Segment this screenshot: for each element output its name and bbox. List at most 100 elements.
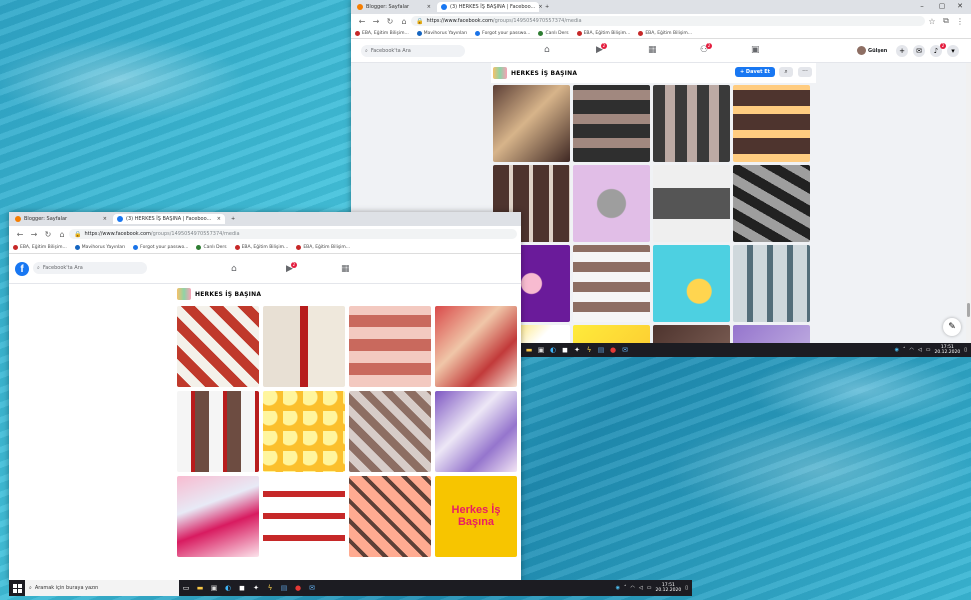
notification-center-icon[interactable]: ▯ <box>685 585 688 591</box>
marketplace-nav-icon[interactable]: ▦ <box>648 45 657 55</box>
back-arrow-icon[interactable]: ← <box>355 17 369 26</box>
wifi-icon[interactable]: ◠ <box>910 347 914 353</box>
group-title[interactable]: HERKES İŞ BAŞINA <box>195 291 261 298</box>
media-thumbnail[interactable] <box>263 476 345 557</box>
file-explorer-icon[interactable]: ▬ <box>523 343 535 357</box>
facebook-search-input[interactable]: ⌕ Facebook'ta Ara <box>361 45 465 57</box>
start-button[interactable] <box>9 580 25 596</box>
media-thumbnail[interactable] <box>653 165 730 242</box>
edge-icon[interactable]: ◐ <box>547 343 559 357</box>
media-thumbnail[interactable] <box>493 85 570 162</box>
close-icon[interactable]: × <box>427 4 431 10</box>
home-nav-icon[interactable]: ⌂ <box>544 45 550 55</box>
address-bar[interactable]: 🔒 https://www.facebook.com /groups/14950… <box>411 16 925 26</box>
invite-button[interactable]: + Davet Et <box>735 67 776 77</box>
media-thumbnail[interactable] <box>573 165 650 242</box>
app-icon[interactable]: ◼ <box>559 343 571 357</box>
tab-blogger[interactable]: Blogger: Sayfalar × <box>11 214 111 224</box>
forward-arrow-icon[interactable]: → <box>27 230 41 239</box>
bookmark-item[interactable]: Forgot your passwo... <box>475 30 530 36</box>
word-icon[interactable]: ▤ <box>595 343 607 357</box>
chevron-up-icon[interactable]: ˄ <box>903 347 906 353</box>
bookmark-item[interactable]: Canlı Ders <box>196 245 227 250</box>
maximize-button[interactable]: ▢ <box>933 0 951 12</box>
media-thumbnail[interactable] <box>263 391 345 472</box>
bookmark-item[interactable]: Canlı Ders <box>538 30 569 36</box>
battery-icon[interactable]: ▭ <box>647 585 652 591</box>
media-thumbnail[interactable] <box>653 325 730 343</box>
scrollbar-thumb[interactable] <box>967 303 970 317</box>
winamp-icon[interactable]: ϟ <box>263 580 277 596</box>
home-icon[interactable]: ⌂ <box>55 230 69 239</box>
browser-window-front[interactable]: Blogger: Sayfalar × (3) HERKES İŞ BAŞINA… <box>9 212 521 582</box>
bookmark-item[interactable]: Forgot your passwo... <box>133 245 188 250</box>
new-tab-button[interactable]: + <box>541 2 553 12</box>
bookmark-item[interactable]: EBA, Eğitim Bilişim... <box>576 30 630 36</box>
notification-center-icon[interactable]: ▯ <box>964 347 967 353</box>
mail-icon[interactable]: ✉ <box>619 343 631 357</box>
media-thumbnail[interactable] <box>349 391 431 472</box>
app-icon[interactable]: ✦ <box>249 580 263 596</box>
media-thumbnail[interactable] <box>349 476 431 557</box>
chrome-tray-icon[interactable]: ◉ <box>895 347 899 353</box>
word-icon[interactable]: ▤ <box>277 580 291 596</box>
reload-icon[interactable]: ↻ <box>383 17 397 26</box>
task-view-icon[interactable]: ▭ <box>179 580 193 596</box>
store-icon[interactable]: ▣ <box>207 580 221 596</box>
chevron-up-icon[interactable]: ˄ <box>624 585 627 591</box>
media-thumbnail[interactable] <box>177 306 259 387</box>
menu-dots-icon[interactable]: ⋮ <box>953 17 967 26</box>
search-button[interactable]: ⌕ <box>779 67 793 77</box>
media-thumbnail[interactable] <box>573 85 650 162</box>
bookmark-item[interactable]: EBA, Eğitim Bilişim... <box>13 245 67 250</box>
close-window-button[interactable]: ✕ <box>951 0 969 12</box>
media-thumbnail[interactable] <box>653 85 730 162</box>
edge-icon[interactable]: ◐ <box>221 580 235 596</box>
minimize-button[interactable]: – <box>913 0 931 12</box>
store-icon[interactable]: ▣ <box>535 343 547 357</box>
bookmark-item[interactable]: EBA, Eğitim Bilişim... <box>355 30 409 36</box>
back-arrow-icon[interactable]: ← <box>13 230 27 239</box>
messenger-icon[interactable]: ✉ <box>913 45 925 57</box>
address-bar[interactable]: 🔒 https://www.facebook.com /groups/14950… <box>69 229 517 239</box>
forward-arrow-icon[interactable]: → <box>369 17 383 26</box>
opera-icon[interactable]: ● <box>607 343 619 357</box>
media-thumbnail[interactable] <box>733 245 810 322</box>
close-icon[interactable]: × <box>103 216 107 222</box>
group-title[interactable]: HERKES İŞ BAŞINA <box>511 70 577 77</box>
media-thumbnail[interactable] <box>733 165 810 242</box>
taskbar-search-input[interactable]: ⌕ Aramak için buraya yazın <box>25 580 179 596</box>
file-explorer-icon[interactable]: ▬ <box>193 580 207 596</box>
profile-avatar[interactable] <box>857 46 866 55</box>
clock[interactable]: 17:51 20.12.2020 <box>934 345 960 355</box>
media-thumbnail[interactable] <box>733 325 810 343</box>
home-nav-icon[interactable]: ⌂ <box>231 264 237 274</box>
marketplace-nav-icon[interactable]: ▦ <box>341 264 350 274</box>
tab-facebook[interactable]: (3) HERKES İŞ BAŞINA | Faceboo... × <box>113 214 225 224</box>
media-thumbnail[interactable] <box>653 245 730 322</box>
groups-nav-icon[interactable]: ⚇ 2 <box>700 43 713 55</box>
bookmark-item[interactable]: Mavihorus Yayınları <box>416 30 467 36</box>
extension-icon[interactable]: ⧉ <box>939 16 953 26</box>
media-thumbnail[interactable] <box>435 391 517 472</box>
star-icon[interactable]: ☆ <box>925 17 939 26</box>
bookmark-item[interactable]: EBA, Eğitim Bilişim... <box>296 245 350 250</box>
volume-icon[interactable]: ◁ <box>639 585 643 591</box>
media-thumbnail[interactable] <box>733 85 810 162</box>
chrome-tray-icon[interactable]: ◉ <box>616 585 620 591</box>
media-thumbnail[interactable] <box>177 476 259 557</box>
facebook-search-input[interactable]: ⌕ Facebook'ta Ara <box>33 262 147 274</box>
bookmark-item[interactable]: EBA, Eğitim Bilişim... <box>234 245 288 250</box>
account-menu-icon[interactable]: ▾ <box>947 45 959 57</box>
new-message-icon[interactable]: ✎ <box>943 318 961 336</box>
media-thumbnail[interactable] <box>573 325 650 343</box>
more-options-button[interactable]: ··· <box>798 67 812 77</box>
close-icon[interactable]: × <box>217 216 221 222</box>
profile-name[interactable]: Gülşen <box>868 48 887 54</box>
clock[interactable]: 17:51 20.12.2020 <box>655 583 681 593</box>
bookmark-item[interactable]: Mavihorus Yayınları <box>74 245 125 250</box>
media-thumbnail[interactable] <box>177 391 259 472</box>
gaming-nav-icon[interactable]: ▣ <box>751 45 760 55</box>
bookmark-item[interactable]: EBA, Eğitim Bilişim... <box>638 30 692 36</box>
battery-icon[interactable]: ▭ <box>926 347 931 353</box>
